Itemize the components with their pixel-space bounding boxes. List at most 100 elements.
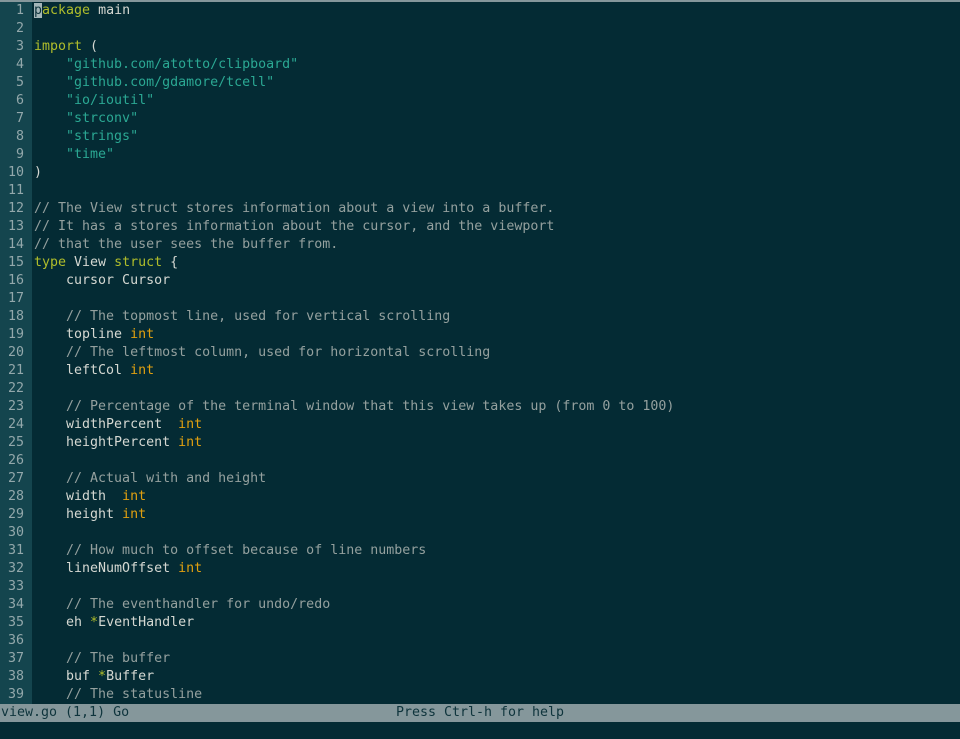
code-line[interactable]: 10): [0, 164, 960, 182]
code-text: // The buffer: [32, 650, 960, 668]
code-line[interactable]: 37 // The buffer: [0, 650, 960, 668]
code-text: // that the user sees the buffer from.: [32, 236, 960, 254]
line-number: 25: [0, 434, 32, 452]
code-line[interactable]: 5 "github.com/gdamore/tcell": [0, 74, 960, 92]
line-number: 38: [0, 668, 32, 686]
code-segment-plain: ): [34, 165, 42, 180]
line-number: 1: [0, 2, 32, 20]
code-segment-com: // The statusline: [34, 687, 202, 702]
line-number: 34: [0, 596, 32, 614]
code-text: package main: [32, 2, 960, 20]
code-line[interactable]: 32 lineNumOffset int: [0, 560, 960, 578]
code-line[interactable]: 23 // Percentage of the terminal window …: [0, 398, 960, 416]
code-segment-com: // The buffer: [34, 651, 170, 666]
code-line[interactable]: 35 eh *EventHandler: [0, 614, 960, 632]
code-line[interactable]: 3import (: [0, 38, 960, 56]
code-segment-com: // that the user sees the buffer from.: [34, 237, 338, 252]
code-text: ): [32, 164, 960, 182]
code-text: leftCol int: [32, 362, 960, 380]
code-text: // Percentage of the terminal window tha…: [32, 398, 960, 416]
code-text: buf *Buffer: [32, 668, 960, 686]
code-line[interactable]: 2: [0, 20, 960, 38]
code-line[interactable]: 8 "strings": [0, 128, 960, 146]
code-segment-str: "strconv": [34, 111, 138, 126]
code-segment-com: // The leftmost column, used for horizon…: [34, 345, 490, 360]
code-segment-str: "io/ioutil": [34, 93, 154, 108]
code-line[interactable]: 13// It has a stores information about t…: [0, 218, 960, 236]
line-number: 37: [0, 650, 32, 668]
code-segment-com: // Percentage of the terminal window tha…: [34, 399, 674, 414]
code-line[interactable]: 1package main: [0, 2, 960, 20]
line-number: 18: [0, 308, 32, 326]
code-text: [32, 632, 960, 650]
code-line[interactable]: 9 "time": [0, 146, 960, 164]
code-line[interactable]: 6 "io/ioutil": [0, 92, 960, 110]
code-line[interactable]: 20 // The leftmost column, used for hori…: [0, 344, 960, 362]
code-segment-type: int: [178, 561, 202, 576]
code-segment-plain: lineNumOffset: [34, 561, 178, 576]
code-line[interactable]: 27 // Actual with and height: [0, 470, 960, 488]
code-segment-type: int: [178, 417, 202, 432]
line-number: 36: [0, 632, 32, 650]
line-number: 7: [0, 110, 32, 128]
line-number: 19: [0, 326, 32, 344]
code-line[interactable]: 7 "strconv": [0, 110, 960, 128]
code-line[interactable]: 15type View struct {: [0, 254, 960, 272]
line-number: 17: [0, 290, 32, 308]
code-text: "io/ioutil": [32, 92, 960, 110]
code-segment-plain: cursor Cursor: [34, 273, 170, 288]
code-editor[interactable]: 1package main23import (4 "github.com/ato…: [0, 2, 960, 704]
code-line[interactable]: 19 topline int: [0, 326, 960, 344]
code-line[interactable]: 18 // The topmost line, used for vertica…: [0, 308, 960, 326]
line-number: 13: [0, 218, 32, 236]
line-number: 23: [0, 398, 32, 416]
code-line[interactable]: 26: [0, 452, 960, 470]
code-line[interactable]: 14// that the user sees the buffer from.: [0, 236, 960, 254]
code-line[interactable]: 11: [0, 182, 960, 200]
line-number: 4: [0, 56, 32, 74]
code-line[interactable]: 4 "github.com/atotto/clipboard": [0, 56, 960, 74]
code-line[interactable]: 22: [0, 380, 960, 398]
code-line[interactable]: 38 buf *Buffer: [0, 668, 960, 686]
code-text: // The View struct stores information ab…: [32, 200, 960, 218]
code-segment-plain: height: [34, 507, 122, 522]
code-segment-kw: *: [98, 669, 106, 684]
code-text: // The eventhandler for undo/redo: [32, 596, 960, 614]
code-line[interactable]: 12// The View struct stores information …: [0, 200, 960, 218]
code-line[interactable]: 16 cursor Cursor: [0, 272, 960, 290]
code-line[interactable]: 29 height int: [0, 506, 960, 524]
code-line[interactable]: 34 // The eventhandler for undo/redo: [0, 596, 960, 614]
line-number: 39: [0, 686, 32, 704]
code-segment-plain: buf: [34, 669, 98, 684]
code-segment-plain: leftCol: [34, 363, 130, 378]
line-number: 6: [0, 92, 32, 110]
command-line: [0, 722, 960, 739]
code-line[interactable]: 21 leftCol int: [0, 362, 960, 380]
line-number: 20: [0, 344, 32, 362]
code-line[interactable]: 24 widthPercent int: [0, 416, 960, 434]
code-segment-plain: topline: [34, 327, 130, 342]
code-segment-com: // Actual with and height: [34, 471, 266, 486]
code-line[interactable]: 33: [0, 578, 960, 596]
code-segment-plain: EventHandler: [98, 615, 194, 630]
code-segment-str: "github.com/atotto/clipboard": [34, 57, 298, 72]
line-number: 22: [0, 380, 32, 398]
code-segment-str: "github.com/gdamore/tcell": [34, 75, 274, 90]
code-segment-plain: (: [82, 39, 98, 54]
line-number: 24: [0, 416, 32, 434]
code-line[interactable]: 39 // The statusline: [0, 686, 960, 704]
code-line[interactable]: 17: [0, 290, 960, 308]
code-text: "github.com/gdamore/tcell": [32, 74, 960, 92]
code-segment-kw: type: [34, 255, 66, 270]
code-segment-kw: struct: [114, 255, 162, 270]
code-text: // Actual with and height: [32, 470, 960, 488]
code-segment-plain: View: [66, 255, 114, 270]
line-number: 30: [0, 524, 32, 542]
code-line[interactable]: 31 // How much to offset because of line…: [0, 542, 960, 560]
code-line[interactable]: 28 width int: [0, 488, 960, 506]
line-number: 11: [0, 182, 32, 200]
code-line[interactable]: 25 heightPercent int: [0, 434, 960, 452]
line-number: 33: [0, 578, 32, 596]
code-line[interactable]: 36: [0, 632, 960, 650]
code-line[interactable]: 30: [0, 524, 960, 542]
